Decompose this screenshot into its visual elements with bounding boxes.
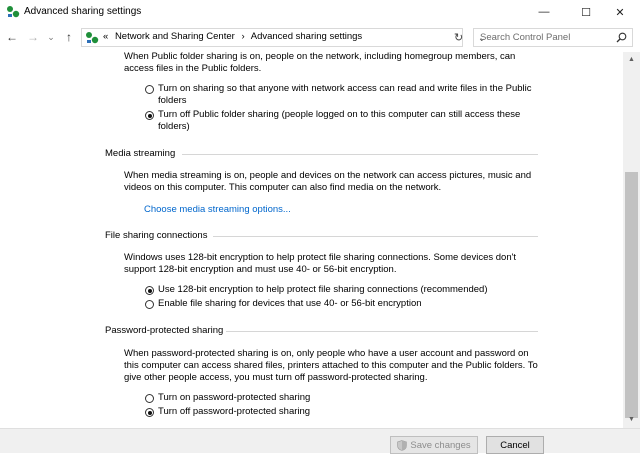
public-sharing-off-radio[interactable]: [145, 111, 154, 120]
vertical-scrollbar[interactable]: ▲ ▼: [623, 52, 640, 428]
public-sharing-off-label-line2[interactable]: folders): [158, 121, 190, 133]
network-sharing-icon: [7, 6, 20, 18]
public-sharing-off-label-line1[interactable]: Turn off Public folder sharing (people l…: [158, 109, 520, 121]
scroll-down-icon[interactable]: ▼: [623, 412, 640, 428]
section-divider: [182, 154, 538, 155]
password-sharing-on-radio[interactable]: [145, 394, 154, 403]
media-streaming-description-line1: When media streaming is on, people and d…: [124, 170, 532, 181]
media-streaming-options-link[interactable]: Choose media streaming options...: [144, 204, 291, 216]
minimize-button[interactable]: —: [524, 0, 564, 24]
cancel-button[interactable]: Cancel: [486, 436, 544, 454]
search-icon[interactable]: [616, 32, 627, 43]
refresh-icon[interactable]: ↻: [454, 31, 463, 44]
public-sharing-on-label-line1[interactable]: Turn on sharing so that anyone with netw…: [158, 83, 532, 95]
section-divider: [226, 331, 538, 332]
breadcrumb-network-sharing-center[interactable]: Network and Sharing Center: [115, 31, 235, 42]
media-streaming-description-line2: videos on this computer. This computer c…: [124, 182, 442, 193]
settings-content: When Public folder sharing is on, people…: [0, 52, 623, 428]
scroll-up-icon[interactable]: ▲: [623, 52, 640, 68]
network-sharing-icon: [86, 32, 99, 44]
encryption-40-56-label[interactable]: Enable file sharing for devices that use…: [158, 298, 422, 310]
password-sharing-description-line3: give other people access, you must turn …: [124, 372, 428, 383]
dialog-footer: Save changes Cancel: [0, 428, 640, 454]
encryption-128-radio[interactable]: [145, 286, 154, 295]
password-sharing-off-label[interactable]: Turn off password-protected sharing: [158, 406, 310, 418]
password-sharing-on-label[interactable]: Turn on password-protected sharing: [158, 392, 310, 404]
breadcrumb-overflow[interactable]: «: [103, 31, 108, 42]
file-sharing-heading: File sharing connections: [105, 230, 208, 241]
uac-shield-icon: [397, 439, 408, 451]
save-changes-label: Save changes: [410, 439, 471, 451]
scrollbar-thumb[interactable]: [625, 172, 638, 418]
search-input[interactable]: Search Control Panel: [473, 28, 633, 47]
encryption-40-56-radio[interactable]: [145, 300, 154, 309]
title-bar: Advanced sharing settings — ☐ ✕: [0, 0, 640, 24]
public-folder-description-line2: access files in the Public folders.: [124, 63, 262, 74]
breadcrumb: « Network and Sharing Center › Advanced …: [103, 31, 366, 42]
file-sharing-description-line1: Windows uses 128-bit encryption to help …: [124, 252, 517, 263]
forward-arrow-icon[interactable]: →: [26, 30, 40, 44]
back-arrow-icon[interactable]: ←: [5, 30, 19, 44]
recent-locations-icon[interactable]: ⌄: [44, 30, 58, 44]
breadcrumb-separator[interactable]: ›: [241, 31, 244, 42]
up-arrow-icon[interactable]: ↑: [62, 30, 76, 44]
window-title: Advanced sharing settings: [24, 6, 142, 17]
section-divider: [213, 236, 538, 237]
password-sharing-description-line1: When password-protected sharing is on, o…: [124, 348, 529, 359]
password-sharing-description-line2: this computer can access shared files, p…: [124, 360, 538, 371]
search-placeholder: Search Control Panel: [480, 32, 571, 43]
password-sharing-heading: Password-protected sharing: [105, 325, 224, 336]
public-folder-description-line1: When Public folder sharing is on, people…: [124, 52, 516, 62]
media-streaming-heading: Media streaming: [105, 148, 176, 159]
password-sharing-off-radio[interactable]: [145, 408, 154, 417]
breadcrumb-advanced-sharing-settings[interactable]: Advanced sharing settings: [251, 31, 362, 42]
file-sharing-description-line2: support 128-bit encryption and must use …: [124, 264, 397, 275]
public-sharing-on-radio[interactable]: [145, 85, 154, 94]
address-bar[interactable]: « Network and Sharing Center › Advanced …: [81, 28, 486, 47]
save-changes-button[interactable]: Save changes: [390, 436, 478, 454]
encryption-128-label[interactable]: Use 128-bit encryption to help protect f…: [158, 284, 488, 296]
close-button[interactable]: ✕: [600, 0, 640, 24]
public-sharing-on-label-line2[interactable]: folders: [158, 95, 187, 107]
